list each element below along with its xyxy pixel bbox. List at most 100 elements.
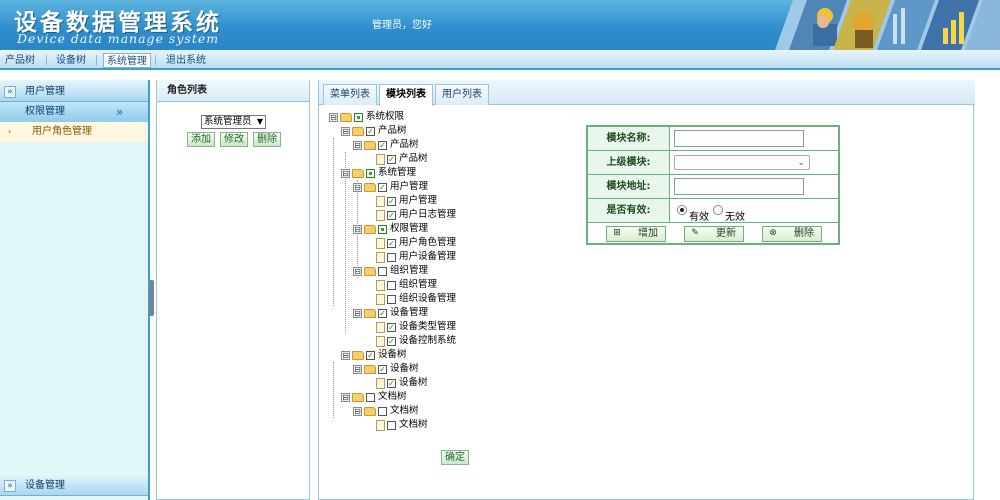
add-role-button[interactable]: 添加 [187, 132, 215, 147]
radio-valid[interactable] [677, 205, 687, 215]
tree-checkbox[interactable] [378, 266, 387, 276]
tree-folder-node[interactable]: ⊟ ✓ 设备管理 [353, 306, 428, 320]
tree-folder-node[interactable]: ⊟ ✓ 产品树 [341, 124, 407, 138]
tree-checkbox[interactable]: ✓ [366, 350, 375, 360]
tree-checkbox[interactable]: ✓ [378, 140, 387, 150]
tab-user-list[interactable]: 用户列表 [435, 84, 489, 105]
collapse-icon[interactable]: ⊟ [353, 364, 362, 374]
confirm-button[interactable]: 确定 [441, 450, 469, 465]
role-list-title: 角色列表 [157, 80, 309, 102]
tree-checkbox[interactable] [354, 112, 363, 122]
sidebar-splitter-handle[interactable] [149, 280, 154, 316]
collapse-icon[interactable]: ⊟ [341, 126, 350, 136]
tree-checkbox[interactable]: ✓ [378, 308, 387, 318]
add-module-label: 增加 [638, 228, 658, 239]
valid-label: 是否有效: [588, 199, 670, 222]
collapse-icon[interactable]: ⊟ [329, 112, 338, 122]
tree-checkbox[interactable] [378, 224, 387, 234]
edit-icon: ✎ [691, 228, 699, 238]
document-icon [376, 335, 385, 347]
tree-folder-node[interactable]: ⊟ ✓ 设备树 [353, 362, 419, 376]
tree-checkbox[interactable]: ✓ [387, 336, 396, 346]
tree-folder-node[interactable]: ⊟ 文档树 [353, 404, 419, 418]
folder-icon [352, 168, 364, 178]
tree-folder-node[interactable]: ⊟ ✓ 用户管理 [353, 180, 428, 194]
tree-leaf-node[interactable]: ✓ 设备类型管理 [365, 320, 456, 334]
tab-module-list[interactable]: 模块列表 [379, 84, 433, 106]
tree-folder-node[interactable]: ⊟ ✓ 产品树 [353, 138, 419, 152]
tree-leaf-node[interactable]: 文档树 [365, 418, 428, 432]
document-icon [376, 419, 385, 431]
tree-leaf-node[interactable]: ✓ 设备控制系统 [365, 334, 456, 348]
add-module-button[interactable]: ⊞ 增加 [606, 226, 666, 242]
tree-leaf-node[interactable]: 组织设备管理 [365, 292, 456, 306]
tree-checkbox[interactable]: ✓ [378, 364, 387, 374]
tree-connector-line [357, 180, 358, 278]
tree-node-label: 系统管理 [378, 167, 417, 178]
form-row-valid: 是否有效: 有效 无效 [588, 199, 838, 223]
tree-leaf-node[interactable]: ✓ 用户管理 [365, 194, 437, 208]
tree-checkbox[interactable]: ✓ [366, 126, 375, 136]
nav-product-tree[interactable]: 产品树 [2, 53, 38, 68]
parent-module-select[interactable]: ⌄ [674, 155, 810, 170]
chevron-down-icon: ⌄ [797, 158, 805, 168]
role-select[interactable]: 系统管理员 ▼ [201, 115, 266, 129]
header-bar: 设备数据管理系统 Device data manage system 管理员，您… [0, 0, 1000, 50]
tree-checkbox[interactable] [387, 420, 396, 430]
sidebar-item-user-mgmt[interactable]: » 用户管理 [0, 82, 148, 102]
form-row-name: 模块名称: [588, 127, 838, 151]
folder-icon [364, 224, 376, 234]
folder-icon [352, 350, 364, 360]
tree-leaf-node[interactable]: ✓ 设备树 [365, 376, 428, 390]
tree-folder-node[interactable]: ⊟ 权限管理 [353, 222, 428, 236]
sidebar-subitem-user-role[interactable]: › 用户角色管理 [0, 122, 148, 142]
tree-checkbox[interactable]: ✓ [387, 210, 396, 220]
tree-checkbox[interactable]: ✓ [378, 182, 387, 192]
tree-leaf-node[interactable]: ✓ 用户角色管理 [365, 236, 456, 250]
tree-leaf-node[interactable]: ✓ 产品树 [365, 152, 428, 166]
tree-leaf-node[interactable]: ✓ 用户日志管理 [365, 208, 456, 222]
expand-icon: » [4, 86, 16, 98]
tree-leaf-node[interactable]: 组织管理 [365, 278, 437, 292]
delete-module-button[interactable]: ⊗ 删除 [762, 226, 822, 242]
tree-checkbox[interactable]: ✓ [387, 154, 396, 164]
document-icon [376, 195, 385, 207]
collapse-icon[interactable]: ⊟ [353, 406, 362, 416]
module-address-input[interactable] [674, 178, 804, 195]
nav-device-tree[interactable]: 设备树 [53, 53, 89, 68]
tree-checkbox[interactable] [387, 294, 396, 304]
welcome-text: 管理员，您好 [372, 20, 432, 31]
tree-checkbox[interactable]: ✓ [387, 322, 396, 332]
collapse-icon[interactable]: ⊟ [353, 140, 362, 150]
tab-menu-list[interactable]: 菜单列表 [323, 84, 377, 105]
delete-role-button[interactable]: 删除 [253, 132, 281, 147]
tree-folder-node[interactable]: ⊟ 文档树 [341, 390, 407, 404]
nav-logout[interactable]: 退出系统 [163, 53, 209, 68]
tree-checkbox[interactable] [378, 406, 387, 416]
tree-checkbox[interactable] [366, 392, 375, 402]
tree-checkbox[interactable] [366, 168, 375, 178]
collapse-icon[interactable]: ⊟ [353, 308, 362, 318]
tree-checkbox[interactable]: ✓ [387, 238, 396, 248]
tree-folder-node[interactable]: ⊟ 系统权限 [329, 110, 404, 124]
tree-checkbox[interactable]: ✓ [387, 378, 396, 388]
radio-invalid[interactable] [713, 205, 723, 215]
form-row-actions: ⊞ 增加 ✎ 更新 ⊗ 删除 [588, 223, 838, 247]
tree-checkbox[interactable] [387, 280, 396, 290]
tree-folder-node[interactable]: ⊟ ✓ 设备树 [341, 348, 407, 362]
edit-role-button[interactable]: 修改 [220, 132, 248, 147]
collapse-icon[interactable]: ⊟ [341, 392, 350, 402]
nav-system-mgmt[interactable]: 系统管理 [103, 53, 151, 68]
tree-folder-node[interactable]: ⊟ 系统管理 [341, 166, 416, 180]
document-icon [376, 377, 385, 389]
tree-checkbox[interactable]: ✓ [387, 196, 396, 206]
tree-node-label: 用户管理 [390, 181, 429, 192]
update-module-button[interactable]: ✎ 更新 [684, 226, 744, 242]
module-name-input[interactable] [674, 130, 804, 147]
collapse-icon[interactable]: ⊟ [341, 350, 350, 360]
sidebar-item-perm-mgmt[interactable]: 权限管理 » [0, 102, 148, 122]
sidebar-item-device-mgmt[interactable]: » 设备管理 [0, 476, 148, 496]
tree-folder-node[interactable]: ⊟ 组织管理 [353, 264, 428, 278]
tree-checkbox[interactable] [387, 252, 396, 262]
tree-leaf-node[interactable]: 用户设备管理 [365, 250, 456, 264]
